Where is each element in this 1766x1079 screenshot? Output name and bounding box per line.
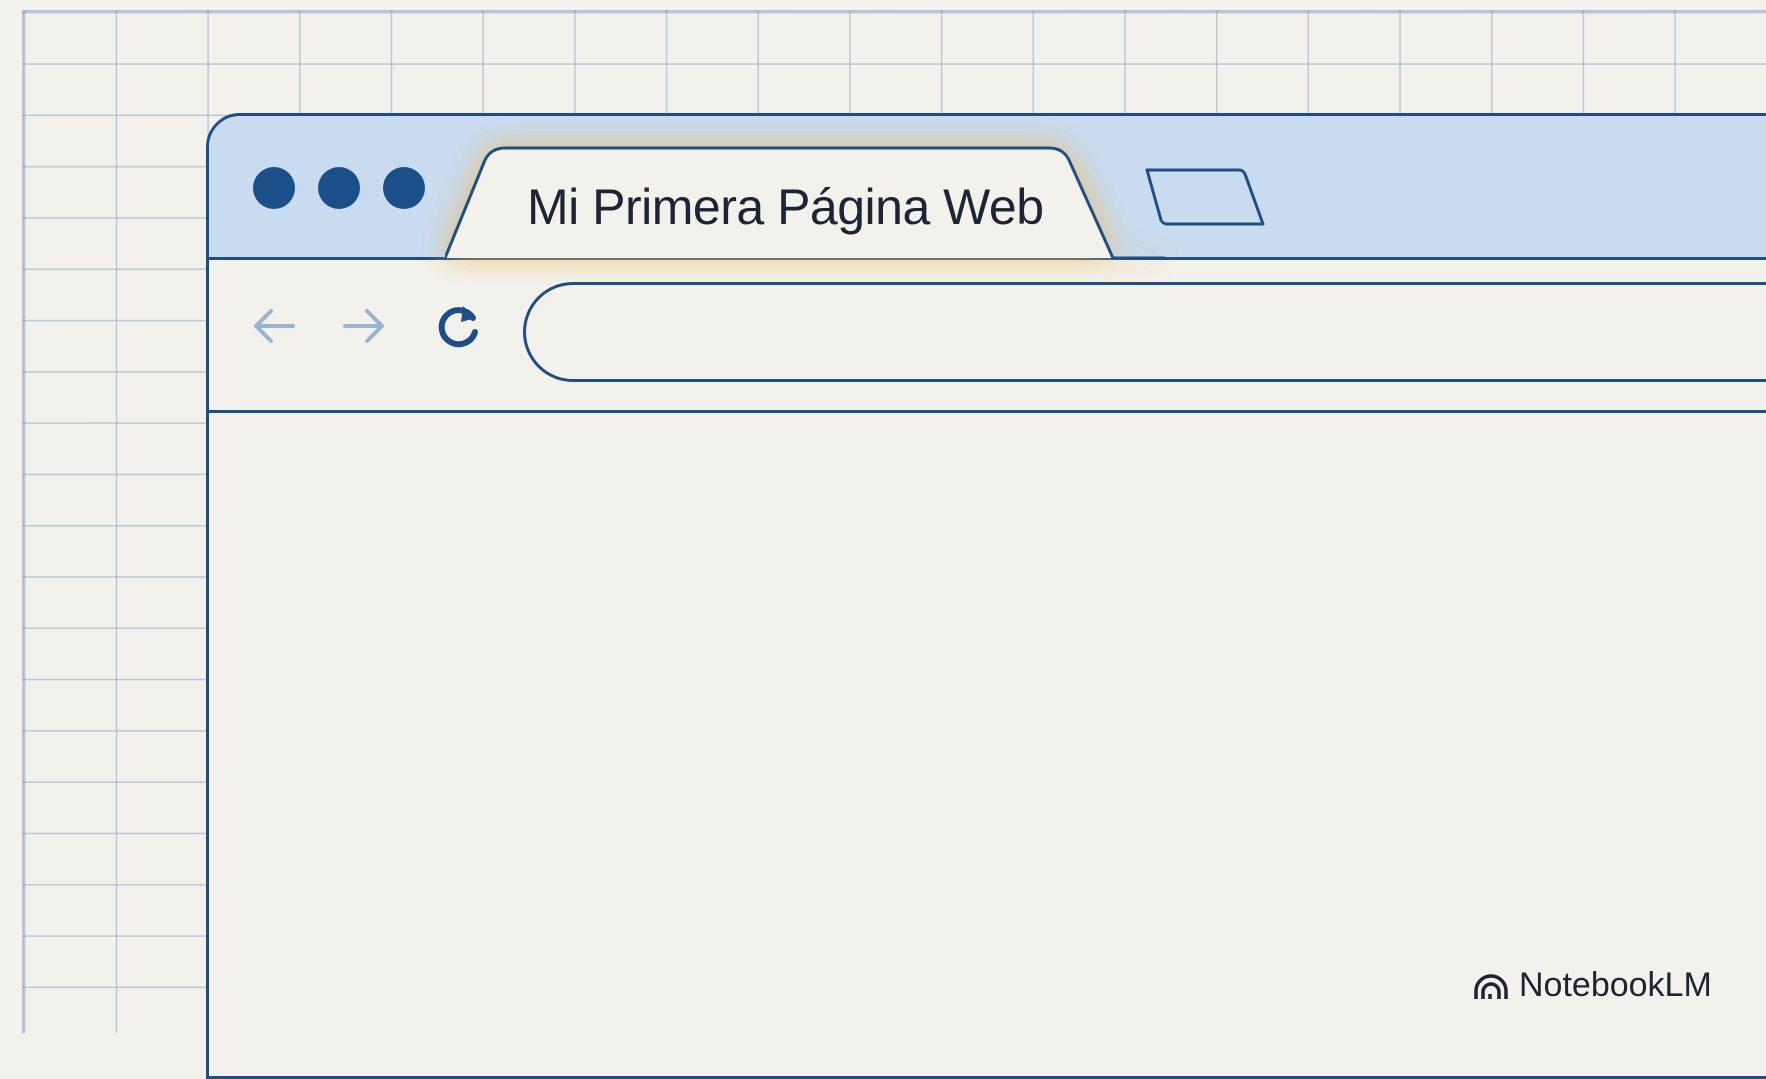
notebooklm-watermark: NotebookLM (1473, 966, 1712, 1005)
watermark-text: NotebookLM (1519, 966, 1712, 1004)
browser-titlebar: Mi Primera Página Web (209, 116, 1766, 260)
new-tab-icon[interactable] (1145, 168, 1265, 228)
browser-toolbar (209, 260, 1766, 413)
browser-window: Mi Primera Página Web (206, 113, 1766, 1079)
arrow-right-icon[interactable] (333, 296, 393, 356)
window-dot-icon[interactable] (318, 167, 360, 209)
reload-icon[interactable] (429, 296, 489, 356)
address-bar[interactable] (523, 282, 1766, 382)
notebooklm-logo-icon (1474, 973, 1508, 999)
window-dot-icon[interactable] (383, 167, 425, 209)
window-controls (253, 167, 425, 209)
arrow-left-icon[interactable] (245, 296, 305, 356)
tab-title: Mi Primera Página Web (527, 179, 1044, 235)
window-dot-icon[interactable] (253, 167, 295, 209)
